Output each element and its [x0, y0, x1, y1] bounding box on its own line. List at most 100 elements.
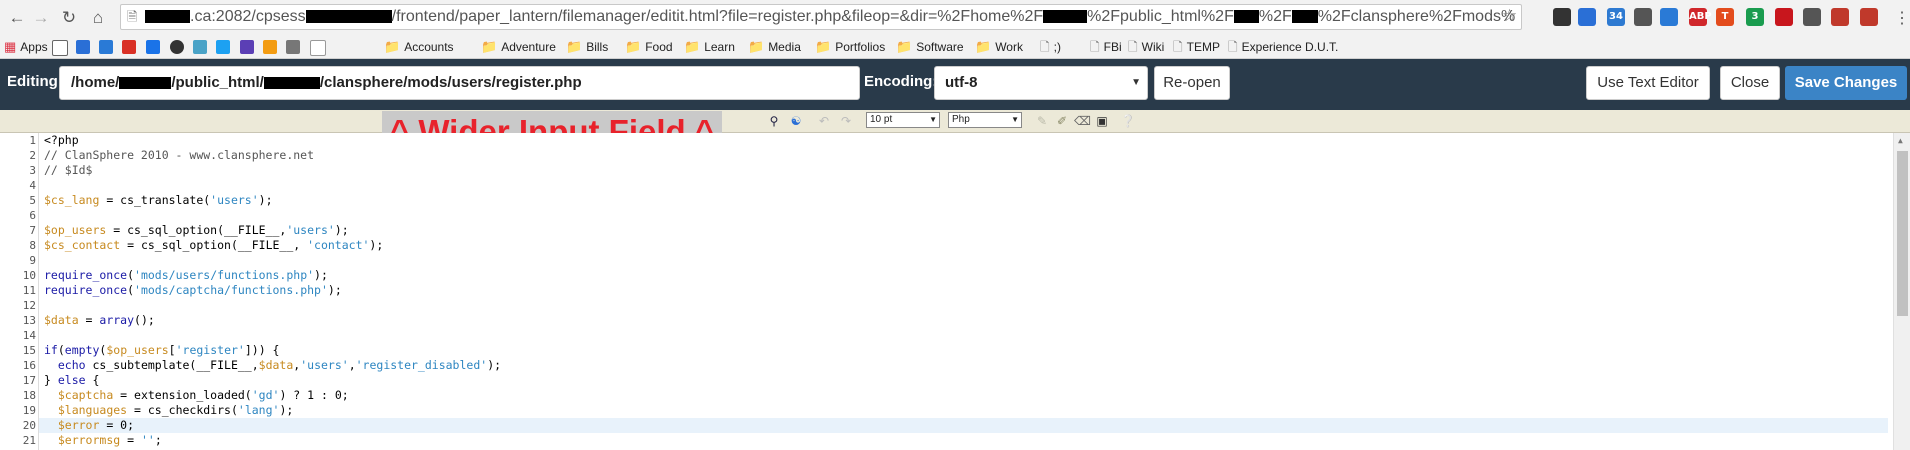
code-line[interactable]: <?php: [44, 133, 79, 148]
trello-icon[interactable]: [1660, 8, 1678, 26]
line-number: 21: [22, 434, 36, 447]
save-changes-button[interactable]: Save Changes: [1785, 66, 1907, 100]
bookmark-label: Wiki: [1141, 40, 1165, 54]
encoding-label: Encoding:: [864, 73, 938, 90]
search-icon[interactable]: ⚲: [766, 113, 782, 129]
code-line[interactable]: $cs_lang = cs_translate('users');: [44, 193, 273, 208]
code-line[interactable]: $data = array();: [44, 313, 155, 328]
bookmark-folder[interactable]: 📁 Portfolios: [815, 36, 885, 58]
code-line[interactable]: $captcha = extension_loaded('gd') ? 1 : …: [44, 388, 349, 403]
line-number: 3: [29, 164, 36, 177]
bookmark-icon[interactable]: [1831, 8, 1849, 26]
bird-icon[interactable]: [1578, 8, 1596, 26]
reopen-button[interactable]: Re-open: [1154, 66, 1230, 100]
brush-icon[interactable]: ✐: [1054, 113, 1070, 129]
reload-button[interactable]: ↻: [58, 7, 80, 29]
code-line[interactable]: // $Id$: [44, 163, 92, 178]
highlight-icon[interactable]: ✎: [1034, 113, 1050, 129]
line-number: 6: [29, 209, 36, 222]
check-icon[interactable]: [216, 40, 230, 54]
chevron-down-icon: ▼: [929, 115, 937, 124]
back-button[interactable]: ←: [6, 7, 28, 29]
list-icon[interactable]: [240, 40, 254, 54]
home-button[interactable]: ⌂: [87, 7, 109, 29]
encoding-select[interactable]: utf-8 ▼: [934, 66, 1148, 100]
code-line[interactable]: $error = 0;: [44, 418, 134, 433]
bookmark-page[interactable]: 🗋 FBi: [1090, 36, 1122, 58]
sync-icon[interactable]: [1553, 8, 1571, 26]
code-editor[interactable]: 1 2 3 4 5 6 7 8 9 10 11 12 13 14 15 16 17 18 19 20 21 <?php /…: [0, 133, 1910, 450]
bookmark-label: Experience D.U.T.: [1241, 40, 1339, 54]
file-path-input[interactable]: /home/ /public_html/ /clansphere/mods/user…: [59, 66, 860, 100]
line-number: 4: [29, 179, 36, 192]
bookmark-page[interactable]: 🗋 TEMP: [1173, 36, 1220, 58]
trello-icon[interactable]: [99, 40, 113, 54]
vertical-scrollbar[interactable]: ▲: [1893, 133, 1910, 450]
code-line[interactable]: // ClanSphere 2010 - www.clansphere.net: [44, 148, 314, 163]
line-number: 16: [22, 359, 36, 372]
folder-icon: 📁: [684, 39, 701, 54]
page-icon[interactable]: [310, 40, 326, 56]
mail-icon[interactable]: [52, 40, 68, 56]
code-line[interactable]: if(empty($op_users['register'])) {: [44, 343, 279, 358]
eraser-icon[interactable]: ⌫: [1074, 113, 1091, 129]
code-line[interactable]: } else {: [44, 373, 99, 388]
gmail-icon[interactable]: [1860, 8, 1878, 26]
t-icon[interactable]: T: [1716, 8, 1734, 26]
drive-icon[interactable]: [146, 40, 160, 54]
redo-icon[interactable]: ↷: [838, 113, 854, 129]
bookmark-page[interactable]: 🗋;): [1040, 36, 1061, 58]
line-number: 15: [22, 344, 36, 357]
code-line[interactable]: $errormsg = '';: [44, 433, 162, 448]
chat-icon[interactable]: [263, 40, 277, 54]
redacted-block: [263, 77, 320, 90]
url-host: .ca:2082/cpsess: [190, 8, 306, 25]
bookmark-folder[interactable]: 📁 Food: [625, 36, 673, 58]
bookmark-folder[interactable]: 📁 Bills: [566, 36, 608, 58]
apps-shortcut[interactable]: ▦ Apps: [4, 36, 48, 58]
tool-icon[interactable]: [286, 40, 300, 54]
s-icon[interactable]: [1803, 8, 1821, 26]
d-icon[interactable]: 3: [1746, 8, 1764, 26]
screen-icon[interactable]: 34: [1607, 8, 1625, 26]
use-text-editor-button[interactable]: Use Text Editor: [1586, 66, 1710, 100]
bookmark-star-icon[interactable]: ☆: [1502, 6, 1517, 26]
code-line[interactable]: echo cs_subtemplate(__FILE__,$data,'user…: [44, 358, 501, 373]
code-line[interactable]: $languages = cs_checkdirs('lang');: [44, 403, 293, 418]
bookmark-folder[interactable]: 📁 Adventure: [481, 36, 556, 58]
bookmark-page[interactable]: 🗋 Wiki: [1128, 36, 1164, 58]
bookmark-folder[interactable]: 📁 Work: [975, 36, 1023, 58]
moon-icon[interactable]: [170, 40, 184, 54]
bookmark-folder[interactable]: 📁 Software: [896, 36, 964, 58]
bookmark-page[interactable]: 🗋 Experience D.U.T.: [1228, 36, 1338, 58]
code-line[interactable]: $cs_contact = cs_sql_option(__FILE__, 'c…: [44, 238, 383, 253]
code-line[interactable]: require_once('mods/users/functions.php')…: [44, 268, 328, 283]
close-button[interactable]: Close: [1720, 66, 1780, 100]
docs-icon[interactable]: [193, 40, 207, 54]
bird-icon[interactable]: [76, 40, 90, 54]
replace-icon[interactable]: ☯: [788, 113, 804, 129]
browser-toolbar: ← → ↻ ⌂ 🗎 .ca:2082/cpsess/frontend/paper…: [0, 0, 1910, 36]
redacted-block: [119, 77, 172, 90]
menu-icon[interactable]: ⋮: [1894, 8, 1910, 28]
font-size-select[interactable]: 10 pt ▼: [866, 112, 940, 128]
code-line[interactable]: require_once('mods/captcha/functions.php…: [44, 283, 342, 298]
bookmark-label: Media: [768, 40, 801, 54]
scroll-up-icon[interactable]: ▲: [1898, 136, 1903, 145]
undo-icon[interactable]: ↶: [816, 113, 832, 129]
help-icon[interactable]: ❔: [1120, 113, 1136, 129]
syntax-select[interactable]: Php ▼: [948, 112, 1022, 128]
abp-icon[interactable]: ABP: [1689, 8, 1712, 26]
lastpass-icon[interactable]: [1775, 8, 1793, 26]
line-number: 2: [29, 149, 36, 162]
puzzle-icon[interactable]: [1634, 8, 1652, 26]
scrollbar-thumb[interactable]: [1897, 151, 1908, 316]
gmail-icon[interactable]: [122, 40, 136, 54]
url-bar[interactable]: 🗎 .ca:2082/cpsess/frontend/paper_lantern…: [120, 4, 1522, 30]
code-line[interactable]: $op_users = cs_sql_option(__FILE__,'user…: [44, 223, 349, 238]
fullscreen-icon[interactable]: ▣: [1094, 113, 1110, 129]
forward-button[interactable]: →: [30, 7, 52, 29]
bookmark-folder[interactable]: 📁 Media: [748, 36, 801, 58]
bookmark-folder[interactable]: 📁 Learn: [684, 36, 735, 58]
bookmark-folder[interactable]: 📁 Accounts: [384, 36, 454, 58]
